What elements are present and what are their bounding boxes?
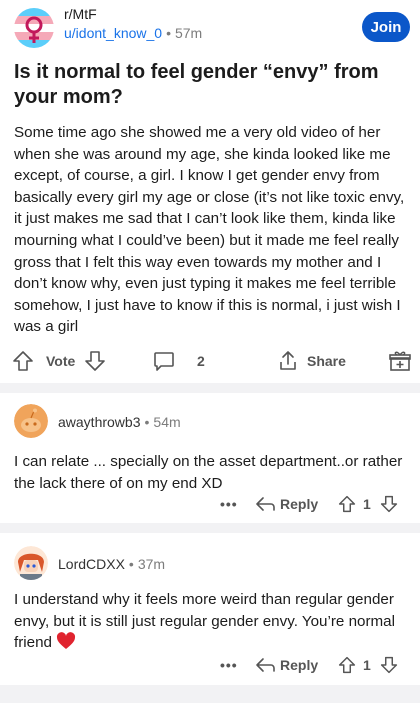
gift-icon (389, 351, 411, 371)
award-button[interactable] (388, 344, 412, 378)
comment-downvote-button[interactable] (380, 492, 398, 516)
comment-bubble-icon (154, 352, 174, 371)
post-header: r/MtF u/idont_know_0 • 57m Join (0, 0, 420, 56)
comment-text: I can relate ... specially on the asset … (14, 453, 403, 492)
author-separator: • (128, 556, 134, 572)
comment-time: 37m (137, 556, 166, 572)
comment-upvote-button[interactable] (338, 492, 356, 516)
comment-actions: ••• Reply 1 (0, 492, 420, 516)
comment-author-line: LordCDXX • 37m (58, 556, 165, 572)
share-button[interactable] (276, 344, 300, 378)
comment-time: 54m (153, 414, 181, 430)
share-label: Share (307, 353, 346, 369)
reply-icon (256, 658, 275, 672)
red-heart-icon (56, 632, 76, 650)
more-options-button[interactable]: ••• (220, 653, 238, 677)
author-separator: • (144, 414, 150, 430)
reply-icon (256, 497, 275, 511)
section-separator (0, 383, 420, 393)
snoo-avatar-icon (14, 404, 48, 438)
join-button[interactable]: Join (362, 12, 410, 42)
comment-actions: ••• Reply 1 (0, 653, 420, 677)
comment-author-line: awaythrowb3 • 54m (58, 414, 181, 430)
upvote-icon (338, 656, 356, 674)
downvote-icon (380, 495, 398, 513)
comment-author[interactable]: LordCDXX (58, 556, 125, 572)
section-separator (0, 523, 420, 533)
trans-flag-icon (14, 8, 54, 48)
byline-separator: • (166, 25, 171, 41)
subreddit-name[interactable]: r/MtF (64, 6, 97, 22)
upvote-button[interactable] (12, 344, 34, 378)
vote-label: Vote (46, 353, 76, 369)
comment-downvote-button[interactable] (380, 653, 398, 677)
character-avatar-icon (14, 546, 48, 580)
comment-text: I understand why it feels more weird tha… (14, 589, 410, 654)
subreddit-avatar[interactable] (14, 8, 54, 48)
post-byline: u/idont_know_0 • 57m (64, 25, 202, 41)
upvote-icon (13, 351, 33, 371)
downvote-icon (380, 656, 398, 674)
section-separator (0, 685, 420, 703)
comment-author[interactable]: awaythrowb3 (58, 414, 141, 430)
comment-avatar[interactable] (14, 546, 48, 580)
comment-count: 2 (197, 353, 205, 369)
more-options-button[interactable]: ••• (220, 492, 238, 516)
post-body: Some time ago she showed me a very old v… (14, 124, 405, 336)
reply-button[interactable]: Reply (254, 492, 318, 516)
share-icon (280, 351, 296, 370)
comment-avatar[interactable] (14, 404, 48, 438)
post-author[interactable]: u/idont_know_0 (64, 25, 162, 41)
upvote-icon (338, 495, 356, 513)
comment-upvote-button[interactable] (338, 653, 356, 677)
post-action-bar: Vote 2 Share (0, 344, 420, 378)
downvote-button[interactable] (84, 344, 106, 378)
comments-button[interactable] (152, 344, 176, 378)
reply-label: Reply (280, 496, 319, 512)
post-title: Is it normal to feel gender “envy” from … (14, 61, 379, 108)
reply-button[interactable]: Reply (254, 653, 318, 677)
comment-score: 1 (363, 657, 371, 673)
reply-label: Reply (280, 657, 319, 673)
comment-score: 1 (363, 496, 371, 512)
downvote-icon (85, 351, 105, 371)
post-time: 57m (174, 25, 203, 41)
